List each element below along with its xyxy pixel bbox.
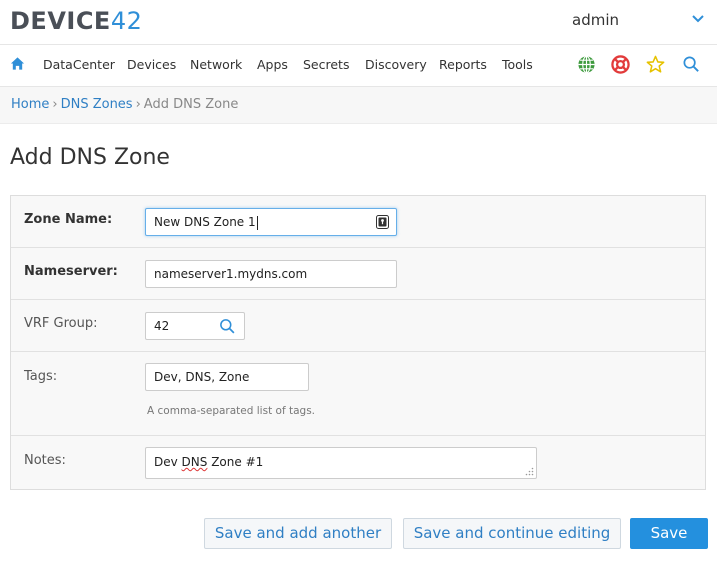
dns-zone-form: Zone Name: New DNS Zone 1 Nameserver: na… [10,195,706,490]
breadcrumb-separator: › [52,97,58,112]
nav-reports[interactable]: Reports [439,57,487,72]
search-icon[interactable] [682,55,701,74]
nav-devices[interactable]: Devices [127,57,176,72]
nav-apps[interactable]: Apps [257,57,288,72]
nav-secrets[interactable]: Secrets [303,57,349,72]
page-title: Add DNS Zone [10,145,170,170]
nameserver-label: Nameserver: [24,264,118,279]
top-header: DEVICE42 admin [0,0,717,45]
tags-help-text: A comma-separated list of tags. [147,405,315,417]
save-and-continue-button[interactable]: Save and continue editing [403,518,621,549]
text-caret [256,215,258,230]
user-menu[interactable]: admin [572,11,619,29]
form-row-tags: Tags: Dev, DNS, Zone A comma-separated l… [11,352,705,436]
breadcrumb: Home › DNS Zones › Add DNS Zone [11,97,238,112]
main-nav: DataCenter Devices Network Apps Secrets … [0,45,717,87]
nav-discovery[interactable]: Discovery [365,57,427,72]
nameserver-input[interactable]: nameserver1.mydns.com [145,260,397,288]
form-row-vrf-group: VRF Group: 42 [11,300,705,352]
breadcrumb-separator: › [135,97,141,112]
breadcrumb-current: Add DNS Zone [143,97,239,112]
zone-name-label: Zone Name: [24,212,113,227]
notes-textarea[interactable]: Dev DNS Zone #1 [145,447,537,479]
device42-logo[interactable]: DEVICE42 [10,7,142,35]
zone-name-input[interactable]: New DNS Zone 1 [145,208,397,236]
breadcrumb-home[interactable]: Home [11,97,49,112]
tags-input[interactable]: Dev, DNS, Zone [145,363,309,391]
breadcrumb-dns-zones[interactable]: DNS Zones [61,97,133,112]
notes-label: Notes: [24,453,66,468]
vrf-group-label: VRF Group: [24,316,98,331]
form-row-notes: Notes: Dev DNS Zone #1 [11,436,705,489]
home-icon[interactable] [10,56,25,71]
search-icon [220,319,235,334]
nav-tools[interactable]: Tools [502,57,533,72]
save-and-add-another-button[interactable]: Save and add another [204,518,392,549]
star-icon[interactable] [646,55,665,74]
resize-handle-icon[interactable] [525,467,534,476]
nav-network[interactable]: Network [190,57,242,72]
lifebuoy-icon[interactable] [611,55,630,74]
chevron-down-icon[interactable] [691,12,705,26]
breadcrumb-bar: Home › DNS Zones › Add DNS Zone [0,87,717,124]
password-manager-icon[interactable] [376,215,389,229]
nav-datacenter[interactable]: DataCenter [43,57,115,72]
form-row-zone-name: Zone Name: New DNS Zone 1 [11,196,705,248]
globe-icon[interactable] [577,55,596,74]
vrf-group-input[interactable]: 42 [145,312,213,340]
form-row-nameserver: Nameserver: nameserver1.mydns.com [11,248,705,300]
tags-label: Tags: [24,369,58,384]
vrf-lookup-button[interactable] [212,312,245,340]
save-button[interactable]: Save [630,518,708,549]
